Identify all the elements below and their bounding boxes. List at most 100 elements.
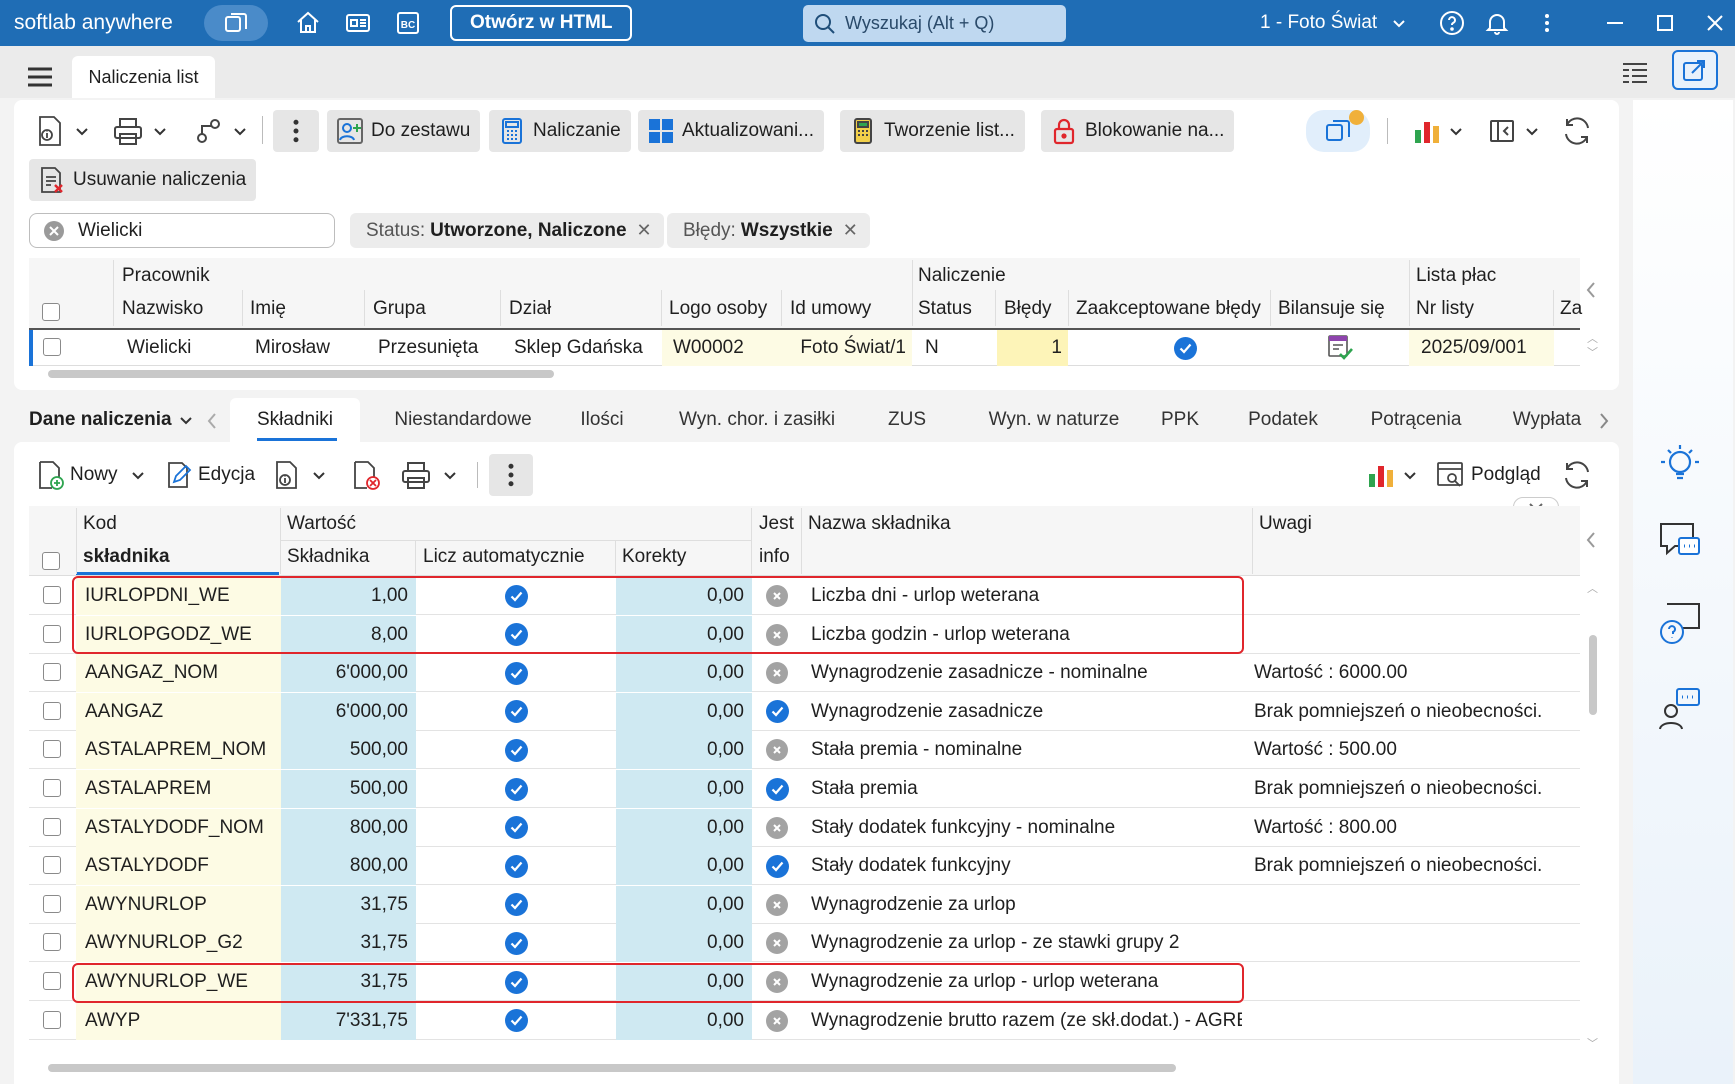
- global-search-input[interactable]: Wyszukaj (Alt + Q): [803, 5, 1066, 42]
- col-nr-listy[interactable]: Nr listy: [1416, 298, 1474, 320]
- col-kod-2[interactable]: składnika: [83, 546, 170, 568]
- refresh-icon[interactable]: [1560, 110, 1594, 152]
- blokowanie-button[interactable]: Blokowanie na...: [1041, 110, 1235, 152]
- errors-filter-chip[interactable]: Błędy: Wszystkie ✕: [667, 213, 870, 248]
- col-uwagi[interactable]: Uwagi: [1259, 513, 1312, 535]
- more-actions-button[interactable]: [489, 454, 533, 496]
- status-filter-chip[interactable]: Status: Utworzone, Naliczone ✕: [350, 213, 664, 248]
- usuwanie-naliczenia-button[interactable]: Usuwanie naliczenia: [29, 159, 257, 201]
- tab-zus[interactable]: ZUS: [878, 398, 936, 442]
- scroll-up-icon[interactable]: ︿: [1587, 580, 1598, 596]
- list-view-icon[interactable]: [1620, 60, 1650, 93]
- bc-icon[interactable]: BC: [386, 5, 430, 41]
- col-id-umowy[interactable]: Id umowy: [790, 298, 871, 320]
- support-agent-icon[interactable]: [1657, 685, 1703, 736]
- refresh-icon[interactable]: [1560, 454, 1594, 496]
- scroll-down-icon[interactable]: ﹀: [1587, 1035, 1598, 1051]
- panel-toggle-button[interactable]: [1488, 110, 1540, 152]
- col-bledy[interactable]: Błędy: [1004, 298, 1052, 320]
- vertical-scrollbar[interactable]: [1589, 635, 1597, 715]
- horizontal-scrollbar[interactable]: [48, 1064, 1176, 1072]
- relations-menu-button[interactable]: [194, 110, 248, 152]
- col-za[interactable]: Za: [1560, 298, 1582, 320]
- info-menu-button[interactable]: [273, 454, 327, 496]
- row-checkbox[interactable]: [43, 740, 61, 759]
- list-search-input[interactable]: Wielicki: [29, 213, 335, 248]
- tabs-scroll-right-icon[interactable]: [1598, 412, 1610, 435]
- print-menu-button[interactable]: [112, 110, 168, 152]
- select-all-checkbox[interactable]: [42, 303, 60, 321]
- col-logo-osoby[interactable]: Logo osoby: [669, 298, 767, 320]
- col-grupa[interactable]: Grupa: [373, 298, 426, 320]
- col-imie[interactable]: Imię: [250, 298, 286, 320]
- tabs-scroll-left-icon[interactable]: [206, 412, 218, 435]
- table-row[interactable]: AWYNURLOP 31,75 0,00 Wynagrodzenie za urlop: [29, 885, 1580, 924]
- home-icon[interactable]: [286, 5, 330, 41]
- table-row[interactable]: AANGAZ_NOM 6'000,00 0,00 Wynagrodzenie zasa…: [29, 654, 1580, 693]
- close-icon[interactable]: [1698, 6, 1732, 40]
- row-checkbox[interactable]: [43, 701, 61, 720]
- row-checkbox[interactable]: [43, 933, 61, 952]
- bell-icon[interactable]: [1480, 6, 1514, 40]
- col-jest[interactable]: Jest: [759, 513, 794, 535]
- print-menu-button[interactable]: [400, 454, 458, 496]
- col-status[interactable]: Status: [918, 298, 972, 320]
- help-chat-icon[interactable]: [1657, 600, 1703, 655]
- tworzenie-list-button[interactable]: Tworzenie list...: [840, 110, 1025, 152]
- table-row[interactable]: Wielicki Mirosław Przesunięta Sklep Gdań…: [29, 328, 1580, 366]
- info-menu-button[interactable]: [34, 110, 90, 152]
- more-vertical-icon[interactable]: [1530, 6, 1564, 40]
- tab-potracenia[interactable]: Potrącenia: [1362, 398, 1470, 442]
- row-checkbox[interactable]: [43, 1010, 61, 1029]
- tab-wyn-chor[interactable]: Wyn. chor. i zasiłki: [664, 398, 850, 442]
- tips-bulb-icon[interactable]: [1657, 440, 1703, 491]
- chart-menu-button[interactable]: [1366, 454, 1418, 496]
- tab-ppk[interactable]: PPK: [1158, 398, 1202, 442]
- select-all-checkbox[interactable]: [42, 552, 60, 570]
- col-info[interactable]: info: [759, 546, 790, 568]
- col-dzial[interactable]: Dział: [509, 298, 551, 320]
- open-html-button[interactable]: Otwórz w HTML: [450, 5, 633, 41]
- tab-ilosci[interactable]: Ilości: [566, 398, 638, 442]
- clear-icon[interactable]: [42, 219, 66, 243]
- remove-filter-icon[interactable]: ✕: [843, 220, 858, 241]
- chart-menu-button[interactable]: [1412, 110, 1464, 152]
- tab-skladniki[interactable]: Składniki: [230, 398, 360, 442]
- tab-niestandardowe[interactable]: Niestandardowe: [378, 398, 548, 442]
- tab-podatek[interactable]: Podatek: [1240, 398, 1326, 442]
- col-korekty[interactable]: Korekty: [622, 546, 686, 568]
- chat-icon[interactable]: [1657, 518, 1703, 569]
- section-title[interactable]: Dane naliczenia: [29, 398, 194, 442]
- do-zestawu-button[interactable]: Do zestawu: [327, 110, 481, 152]
- row-checkbox[interactable]: [43, 586, 61, 604]
- tab-naliczenia-list[interactable]: Naliczenia list: [72, 56, 215, 98]
- col-kod[interactable]: Kod: [83, 513, 117, 535]
- col-bilansuje-sie[interactable]: Bilansuje się: [1278, 298, 1385, 320]
- col-licz-automatycznie[interactable]: Licz automatycznie: [423, 546, 585, 568]
- row-checkbox[interactable]: [43, 817, 61, 836]
- row-checkbox[interactable]: [43, 972, 61, 990]
- col-skladnika[interactable]: Składnika: [287, 546, 369, 568]
- row-checkbox[interactable]: [43, 663, 61, 682]
- podglad-button[interactable]: Podgląd: [1435, 454, 1541, 496]
- scroll-left-icon[interactable]: [1584, 530, 1598, 555]
- table-row[interactable]: ASTALYDODF 800,00 0,00 Stały dodatek funkcy…: [29, 847, 1580, 886]
- company-selector[interactable]: 1 - Foto Świat: [1260, 12, 1407, 34]
- table-row[interactable]: AWYP 7'331,75 0,00 Wynagrodzenie brutto raz…: [29, 1001, 1580, 1040]
- col-nazwisko[interactable]: Nazwisko: [122, 298, 203, 320]
- horizontal-scrollbar[interactable]: [48, 370, 554, 378]
- remove-filter-icon[interactable]: ✕: [637, 220, 652, 241]
- table-row[interactable]: ASTALAPREM_NOM 500,00 0,00 Stała premia - n…: [29, 731, 1580, 770]
- col-zaakceptowane-bledy[interactable]: Zaakceptowane błędy: [1076, 298, 1261, 320]
- workspaces-icon[interactable]: [204, 5, 268, 41]
- tab-wyplata[interactable]: Wypłata: [1507, 398, 1587, 442]
- nowy-button[interactable]: Nowy: [34, 454, 146, 496]
- workspace-toggle-icon[interactable]: [1306, 110, 1370, 152]
- row-checkbox[interactable]: [43, 894, 61, 913]
- share-icon[interactable]: [1672, 50, 1718, 90]
- maximize-icon[interactable]: [1648, 6, 1682, 40]
- news-icon[interactable]: [336, 5, 380, 41]
- minimize-icon[interactable]: [1598, 6, 1632, 40]
- hamburger-menu-icon[interactable]: [26, 66, 54, 93]
- vertical-scroll-arrows[interactable]: ︿ ﹀: [1587, 332, 1598, 360]
